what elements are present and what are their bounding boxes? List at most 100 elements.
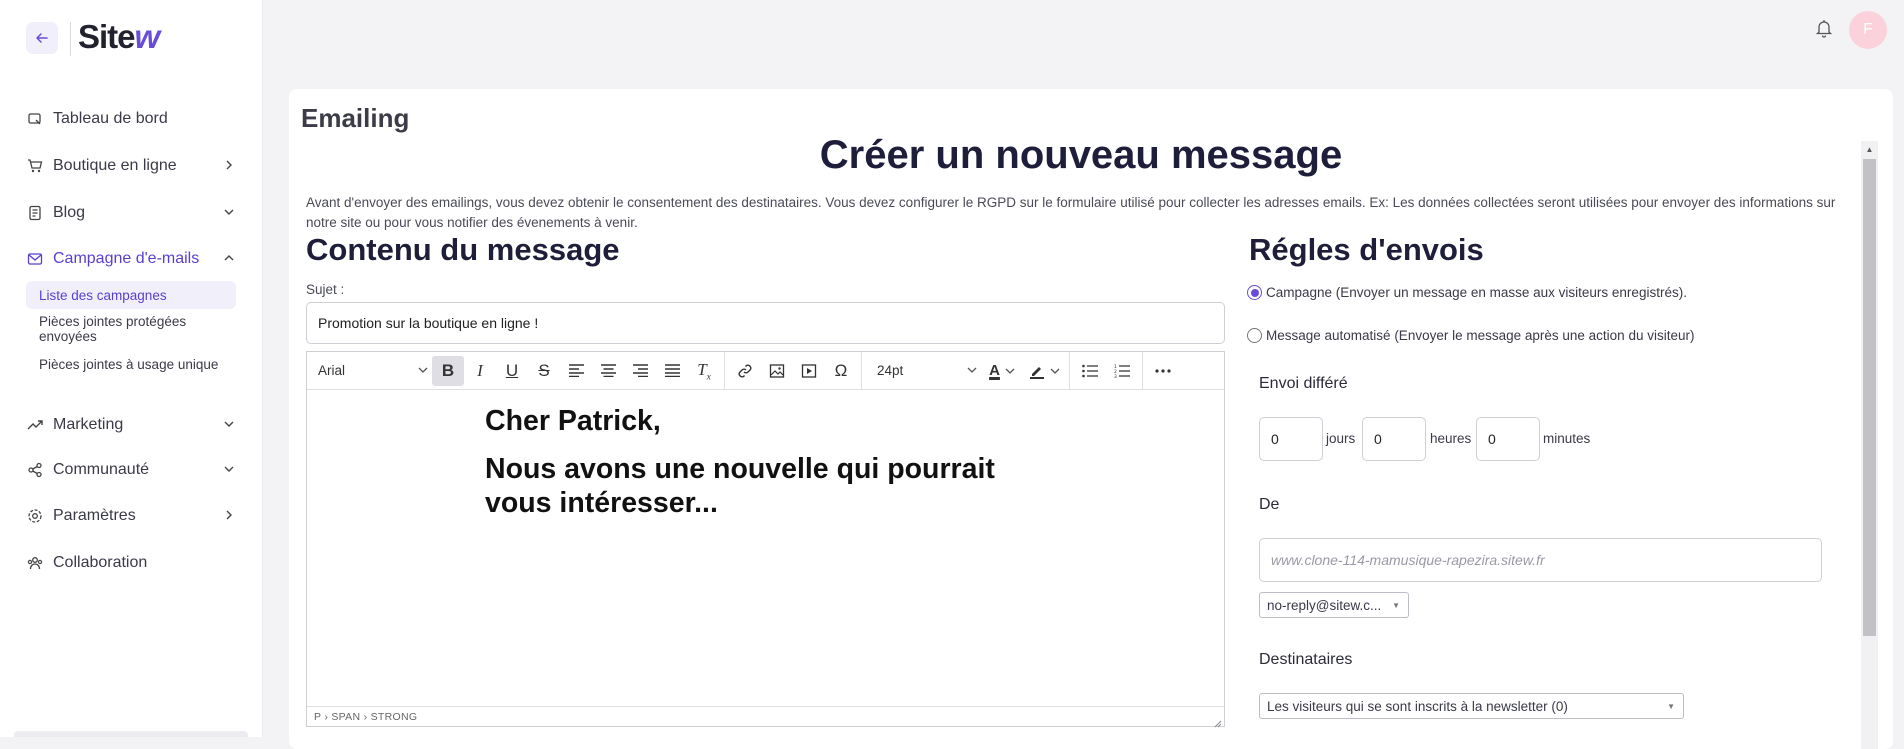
more-icon <box>1155 368 1171 373</box>
recipients-select[interactable]: Les visiteurs qui se sont inscrits à la … <box>1259 693 1684 719</box>
radio-button[interactable] <box>1247 328 1262 343</box>
bullet-list-icon <box>1082 364 1098 377</box>
numbered-list-button[interactable]: 123 <box>1106 356 1138 386</box>
clear-format-button[interactable]: Tx <box>688 356 720 386</box>
sender-select[interactable]: no-reply@sitew.c... ▼ <box>1259 592 1409 618</box>
chevron-down-icon <box>222 462 236 476</box>
align-justify-icon <box>664 364 680 377</box>
sidebar-item-collaboration[interactable]: Collaboration <box>26 549 236 577</box>
rules-title: Régles d'envois <box>1249 232 1484 267</box>
sidebar-subitem-protected-attachments[interactable]: Pièces jointes protégées envoyées <box>26 314 206 344</box>
section-title: Emailing <box>301 103 410 133</box>
link-button[interactable] <box>729 356 761 386</box>
align-justify-button[interactable] <box>656 356 688 386</box>
sidebar-subitem-campaign-list[interactable]: Liste des campagnes <box>26 281 236 309</box>
text-color-button[interactable]: A <box>981 356 1023 386</box>
more-button[interactable] <box>1147 356 1179 386</box>
sitew-logo[interactable]: Sitew <box>78 18 160 56</box>
avatar[interactable]: F <box>1849 11 1887 49</box>
page-title: Créer un nouveau message <box>819 133 1343 177</box>
scrollbar[interactable]: ▲ <box>1861 141 1878 749</box>
align-right-button[interactable] <box>624 356 656 386</box>
from-title: De <box>1259 496 1280 513</box>
document-icon <box>26 204 44 222</box>
chevron-down-icon <box>418 363 428 378</box>
minutes-input[interactable]: 0 <box>1476 417 1540 461</box>
cart-icon <box>26 157 44 175</box>
hours-unit: heures <box>1430 431 1472 446</box>
strikethrough-button[interactable]: S <box>528 356 560 386</box>
chevron-down-icon <box>967 363 977 378</box>
recipients-title: Destinataires <box>1259 651 1353 668</box>
editor-toolbar: Arial B I U S Tx Ω 24pt A 1 2 3 <box>307 351 1224 390</box>
hours-input[interactable]: 0 <box>1362 417 1426 461</box>
subject-input[interactable]: Promotion sur la boutique en ligne ! <box>306 302 1225 344</box>
text-color-icon: A <box>989 362 1000 379</box>
greeting-line: Cher Patrick, <box>485 405 661 437</box>
arrow-left-icon <box>36 33 48 43</box>
main-panel: Emailing Créer un nouveau message Avant … <box>289 89 1893 749</box>
chevron-down-icon <box>222 417 236 431</box>
align-center-button[interactable] <box>592 356 624 386</box>
days-unit: jours <box>1326 431 1356 446</box>
special-char-button[interactable]: Ω <box>825 356 857 386</box>
image-icon <box>769 363 785 378</box>
sidebar-item-marketing[interactable]: Marketing <box>26 411 236 439</box>
scroll-up-arrow[interactable]: ▲ <box>1861 141 1878 158</box>
align-left-icon <box>568 364 584 377</box>
dashboard-icon <box>26 110 44 128</box>
bullet-list-button[interactable] <box>1074 356 1106 386</box>
sidebar-subitem-single-use-attachments[interactable]: Pièces jointes à usage unique <box>26 357 236 372</box>
sidebar-item-email-campaign[interactable]: Campagne d'e-mails <box>26 245 236 273</box>
chevron-right-icon <box>222 508 236 522</box>
from-input[interactable]: www.clone-114-mamusique-rapezira.sitew.f… <box>1259 538 1822 582</box>
font-family-select[interactable]: Arial <box>307 356 432 386</box>
scroll-thumb[interactable] <box>1863 159 1876 636</box>
rich-text-editor: Arial B I U S Tx Ω 24pt A 1 2 3 Cher Pat… <box>306 351 1225 728</box>
underline-button[interactable]: U <box>496 356 528 386</box>
chevron-up-icon <box>222 251 236 265</box>
caret-down-icon: ▼ <box>1667 701 1675 711</box>
sidebar-item-settings[interactable]: Paramètres <box>26 502 236 530</box>
bell-icon[interactable] <box>1813 17 1835 39</box>
gdpr-notice: Avant d'envoyer des emailings, vous deve… <box>306 195 1836 230</box>
align-center-icon <box>600 364 616 377</box>
align-right-icon <box>632 364 648 377</box>
editor-statusbar: P › SPAN › STRONG <box>307 706 1224 726</box>
svg-text:3: 3 <box>1114 374 1117 378</box>
link-icon <box>738 364 752 377</box>
share-icon <box>26 461 44 479</box>
body-paragraph: Nous avons une nouvelle qui pourrait vous… <box>485 453 995 519</box>
sidebar-footer <box>14 731 248 737</box>
caret-down-icon: ▼ <box>1392 600 1400 610</box>
mail-icon <box>26 250 44 268</box>
minutes-unit: minutes <box>1543 431 1591 446</box>
image-button[interactable] <box>761 356 793 386</box>
logo-divider <box>70 22 71 56</box>
highlight-color-button[interactable] <box>1023 356 1065 386</box>
days-input[interactable]: 0 <box>1259 417 1323 461</box>
delay-title: Envoi différé <box>1259 375 1348 392</box>
radio-campaign[interactable]: Campagne (Envoyer un message en masse au… <box>1247 285 1687 300</box>
align-left-button[interactable] <box>560 356 592 386</box>
editor-content[interactable]: Cher Patrick, Nous avons une nouvelle qu… <box>485 404 995 534</box>
radio-automated[interactable]: Message automatisé (Envoyer le message a… <box>1247 328 1694 343</box>
numbered-list-icon: 123 <box>1114 364 1130 378</box>
sidebar: Sitew Tableau de bord Boutique en ligne … <box>0 0 263 737</box>
video-button[interactable] <box>793 356 825 386</box>
sidebar-item-community[interactable]: Communauté <box>26 456 236 484</box>
sidebar-item-dashboard[interactable]: Tableau de bord <box>26 105 236 133</box>
subject-label: Sujet : <box>306 282 345 297</box>
team-icon <box>26 554 44 572</box>
font-size-select[interactable]: 24pt <box>866 356 981 386</box>
sidebar-item-shop[interactable]: Boutique en ligne <box>26 152 236 180</box>
bold-button[interactable]: B <box>432 355 464 386</box>
highlighter-icon <box>1029 366 1044 379</box>
chevron-right-icon <box>222 158 236 172</box>
resize-handle[interactable] <box>1213 715 1222 728</box>
back-button[interactable] <box>26 22 58 54</box>
radio-button[interactable] <box>1247 285 1262 300</box>
italic-button[interactable]: I <box>464 356 496 386</box>
sidebar-item-blog[interactable]: Blog <box>26 199 236 227</box>
content-title: Contenu du message <box>306 232 620 267</box>
